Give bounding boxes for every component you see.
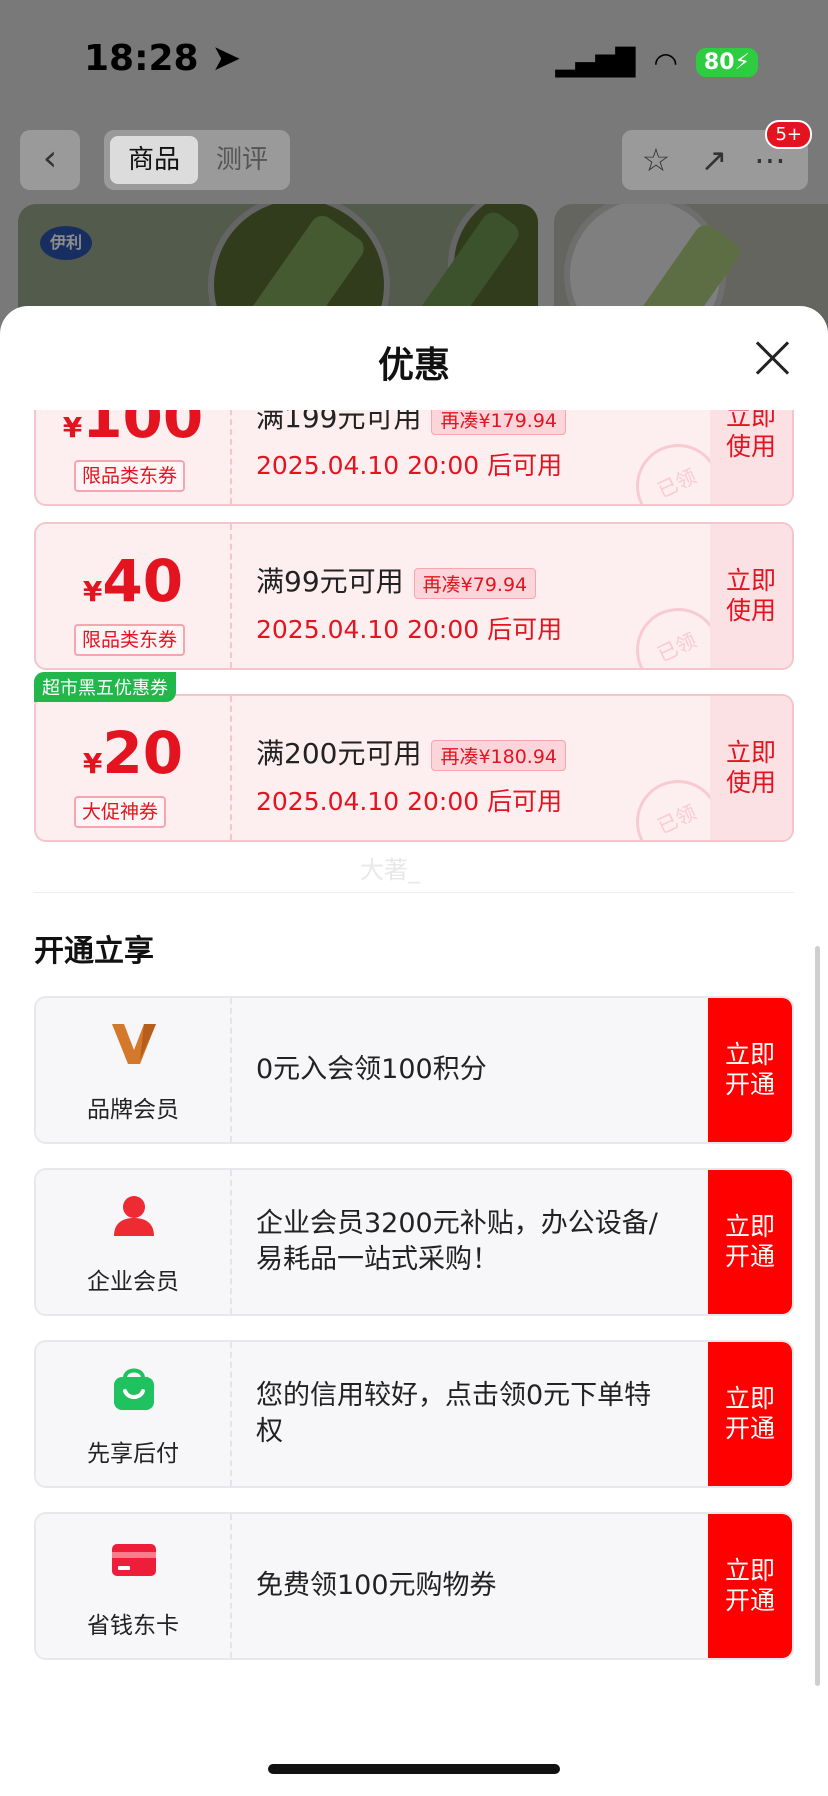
benefit-name: 品牌会员 (87, 1097, 179, 1123)
benefit-desc: 0元入会领100积分 (256, 1054, 487, 1085)
coupon-card: ¥20 大促神券 满200元可用 再凑¥180.94 2025.04.10 20:… (34, 694, 794, 842)
brand-v-icon (112, 1024, 156, 1064)
benefit-desc: 免费领100元购物券 (256, 1570, 497, 1601)
benefit-name: 省钱东卡 (87, 1613, 179, 1639)
top-nav: ‹ 商品 测评 ☆ ↗ ⋯ 5+ (0, 120, 828, 190)
benefit-card: 先享后付 您的信用较好，点击领0元下单特权 立即 开通 (34, 1340, 794, 1488)
coupon-condition: 满199元可用 再凑¥179.94 (256, 410, 567, 436)
scrollbar[interactable] (815, 946, 820, 1686)
coupon-type: 大促神券 (74, 796, 167, 828)
use-now-button[interactable]: 立即 使用 (710, 410, 792, 504)
coupon-gap-badge: 再凑¥179.94 (431, 410, 567, 435)
share-icon[interactable]: ↗ (694, 140, 734, 180)
coupon-amount-area: ¥40 限品类东券 (36, 524, 232, 668)
status-bar: 18:28 ➤ ▂▄▆█ ◠ 80⚡ (0, 0, 828, 120)
back-button[interactable]: ‹ (20, 130, 80, 190)
benefit-icon-area: 企业会员 (36, 1170, 232, 1314)
card-icon (112, 1544, 156, 1576)
benefit-name: 先享后付 (87, 1441, 179, 1467)
watermark: 大著_ (360, 856, 420, 884)
benefit-card: 品牌会员 0元入会领100积分 立即 开通 (34, 996, 794, 1144)
discount-sheet: 优惠 ¥100 限品类东券 满199元可用 再凑¥179.94 2025.04.1… (0, 306, 828, 1796)
coupon-amount: ¥100 (62, 410, 204, 451)
open-now-button[interactable]: 立即 开通 (708, 1342, 792, 1486)
coupon-condition: 满99元可用 再凑¥79.94 (256, 560, 537, 600)
coupon-amount-area: ¥100 限品类东券 (36, 410, 232, 504)
sheet-title: 优惠 (377, 345, 450, 386)
chevron-left-icon: ‹ (42, 138, 58, 179)
tab-switcher: 商品 测评 (104, 130, 290, 190)
open-now-button[interactable]: 立即 开通 (708, 1514, 792, 1658)
coupon-amount-area: ¥20 大促神券 (36, 696, 232, 840)
benefit-desc: 您的信用较好，点击领0元下单特权 (256, 1380, 652, 1447)
tab-review[interactable]: 测评 (198, 136, 286, 184)
section-title: 开通立享 (34, 934, 154, 969)
coupon-type: 限品类东券 (74, 460, 186, 492)
coupon-card: ¥40 限品类东券 满99元可用 再凑¥79.94 2025.04.10 20:0… (34, 522, 794, 670)
home-indicator[interactable] (268, 1764, 560, 1774)
coupon-amount: ¥40 (82, 547, 184, 615)
coupon-date: 2025.04.10 20:00 后可用 (256, 787, 563, 816)
star-icon[interactable]: ☆ (636, 140, 676, 180)
benefit-desc: 企业会员3200元补贴，办公设备/易耗品一站式采购！ (256, 1208, 658, 1275)
benefit-icon-area: 省钱东卡 (36, 1514, 232, 1658)
shopping-bag-icon (114, 1368, 154, 1410)
use-now-button[interactable]: 立即 使用 (710, 524, 792, 668)
open-now-button[interactable]: 立即 开通 (708, 1170, 792, 1314)
action-group: ☆ ↗ ⋯ 5+ (622, 120, 812, 190)
benefit-card: 省钱东卡 免费领100元购物券 立即 开通 (34, 1512, 794, 1660)
benefit-icon-area: 先享后付 (36, 1342, 232, 1486)
open-now-button[interactable]: 立即 开通 (708, 998, 792, 1142)
divider (34, 892, 794, 893)
promo-corner-tag: 超市黑五优惠券 (34, 672, 176, 702)
notification-badge: 5+ (765, 120, 812, 149)
benefit-card: 企业会员 企业会员3200元补贴，办公设备/易耗品一站式采购！ 立即 开通 (34, 1168, 794, 1316)
coupon-amount: ¥20 (82, 719, 184, 787)
use-now-button[interactable]: 立即 使用 (710, 696, 792, 840)
coupon-card: ¥100 限品类东券 满199元可用 再凑¥179.94 2025.04.10 2… (34, 410, 794, 506)
close-icon[interactable] (754, 340, 790, 376)
status-time: 18:28 ➤ (84, 38, 242, 79)
coupon-type: 限品类东券 (74, 624, 186, 656)
wifi-icon: ◠ (653, 46, 678, 79)
coupon-date: 2025.04.10 20:00 后可用 (256, 451, 563, 480)
benefit-name: 企业会员 (87, 1269, 179, 1295)
person-icon (114, 1196, 154, 1236)
benefit-icon-area: 品牌会员 (36, 998, 232, 1142)
tab-product[interactable]: 商品 (110, 136, 198, 184)
coupon-date: 2025.04.10 20:00 后可用 (256, 615, 563, 644)
location-arrow-icon: ➤ (211, 38, 242, 79)
battery-icon: 80⚡ (695, 48, 758, 77)
signal-icon: ▂▄▆█ (555, 47, 636, 78)
coupon-gap-badge: 再凑¥180.94 (431, 739, 567, 771)
coupon-gap-badge: 再凑¥79.94 (413, 567, 537, 599)
coupon-condition: 满200元可用 再凑¥180.94 (256, 732, 567, 772)
status-icons: ▂▄▆█ ◠ 80⚡ (555, 46, 758, 79)
sheet-scroll-area[interactable]: ¥100 限品类东券 满199元可用 再凑¥179.94 2025.04.10 2… (0, 410, 828, 1796)
